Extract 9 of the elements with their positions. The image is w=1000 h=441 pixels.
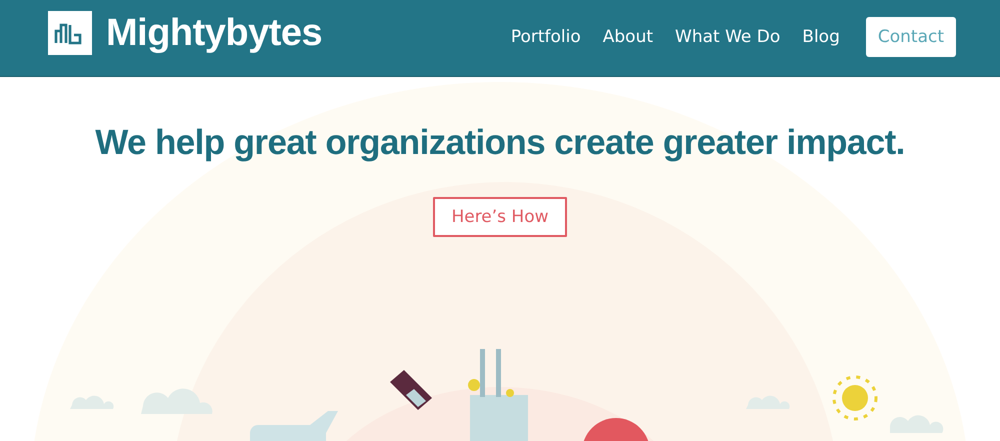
cta-button[interactable]: Here’s How bbox=[433, 197, 567, 237]
brand-name[interactable]: Mightybytes bbox=[106, 12, 322, 54]
nav-link[interactable]: Portfolio bbox=[510, 27, 581, 47]
nav-link[interactable]: Blog bbox=[802, 27, 840, 47]
headline: We help great organizations create greater impact. bbox=[95, 123, 905, 163]
nav-link[interactable]: About bbox=[602, 27, 654, 47]
nav-link[interactable]: What We Do bbox=[675, 27, 780, 47]
logo-icon[interactable] bbox=[48, 11, 92, 55]
contact-button[interactable]: Contact bbox=[866, 17, 956, 57]
